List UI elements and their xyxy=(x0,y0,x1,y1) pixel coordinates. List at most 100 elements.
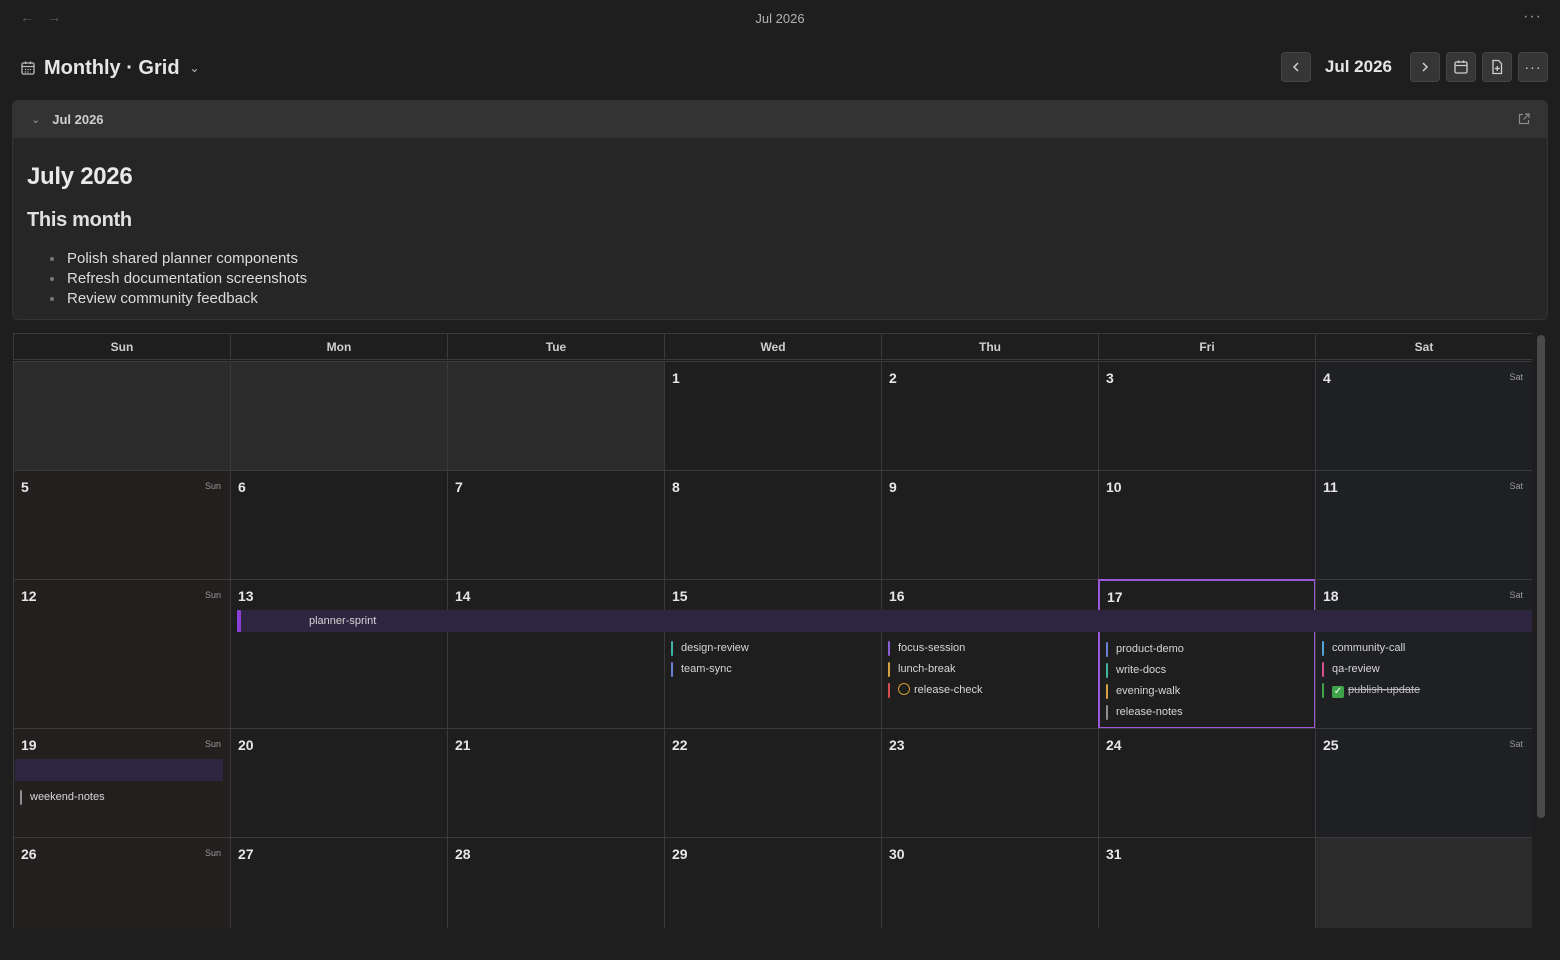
event-color-bar xyxy=(671,662,673,677)
chevron-down-icon[interactable]: ⌄ xyxy=(31,113,40,126)
note-list: Polish shared planner components Refresh… xyxy=(27,249,307,309)
month-grid: Sun Mon Tue Wed Thu Fri Sat 1 2 3 4 Sat 5 Sun 6 7 8 9 10 11… xyxy=(13,333,1532,928)
event-label: community-call xyxy=(1332,642,1406,654)
event-label: team-sync xyxy=(681,663,732,675)
event-label: publish-update xyxy=(1348,684,1421,696)
file-plus-icon xyxy=(1492,59,1503,75)
day-number: 12 xyxy=(21,588,37,604)
event-color-bar xyxy=(237,610,241,632)
title-bar: ← → Jul 2026 ··· xyxy=(0,0,1560,36)
empty-day-cell[interactable] xyxy=(447,361,665,471)
day-cell[interactable]: 27 xyxy=(230,837,448,928)
weekend-tag: Sun xyxy=(204,481,221,491)
weekend-tag: Sun xyxy=(204,739,221,749)
next-month-button[interactable] xyxy=(1410,52,1440,82)
event-item[interactable]: ✓ publish-update xyxy=(1322,680,1526,701)
day-cell[interactable]: 15 design-review team-sync xyxy=(664,579,882,729)
empty-day-cell[interactable] xyxy=(13,361,231,471)
check-icon: ✓ xyxy=(1332,686,1344,698)
event-list: focus-session lunch-break release-check xyxy=(888,638,1092,701)
day-cell[interactable]: 3 xyxy=(1098,361,1316,471)
note-subheading: This month xyxy=(27,209,132,231)
day-number: 24 xyxy=(1106,737,1122,753)
weekday-header-sat: Sat xyxy=(1315,333,1532,360)
day-cell[interactable]: 9 xyxy=(881,470,1099,580)
day-cell[interactable]: 7 xyxy=(447,470,665,580)
prev-month-button[interactable] xyxy=(1280,52,1311,82)
multi-day-event[interactable]: planner-sprint xyxy=(237,610,1532,632)
event-item[interactable]: release-notes xyxy=(1106,702,1308,723)
more-options-button[interactable]: ··· xyxy=(1518,52,1548,82)
day-cell[interactable]: 18 Sat community-call qa-review ✓ publish-upd… xyxy=(1315,579,1532,729)
event-label: planner-sprint xyxy=(309,615,377,627)
day-number: 3 xyxy=(1106,370,1114,386)
multi-day-event-continuation[interactable] xyxy=(15,759,223,781)
new-note-button[interactable] xyxy=(1482,52,1512,82)
day-cell[interactable]: 24 xyxy=(1098,728,1316,838)
more-horizontal-icon[interactable]: ··· xyxy=(1523,8,1542,26)
note-heading: July 2026 xyxy=(27,163,133,190)
event-item[interactable]: write-docs xyxy=(1106,660,1308,681)
calendar-controls: Jul 2026 ··· xyxy=(1280,52,1548,82)
event-item[interactable]: design-review xyxy=(671,638,875,659)
scrollbar[interactable] xyxy=(1537,335,1545,818)
day-cell[interactable]: 21 xyxy=(447,728,665,838)
open-external-icon[interactable] xyxy=(1517,112,1531,126)
event-color-bar xyxy=(1106,642,1108,657)
day-number: 29 xyxy=(672,846,688,862)
day-cell[interactable]: 25 Sat xyxy=(1315,728,1532,838)
day-cell[interactable]: 19 Sun weekend-notes xyxy=(13,728,231,838)
event-item[interactable]: team-sync xyxy=(671,659,875,680)
chevron-left-icon xyxy=(1292,62,1299,72)
day-cell[interactable]: 26 Sun xyxy=(13,837,231,928)
today-cell[interactable]: 17 product-demo write-docs evening-walk rele… xyxy=(1098,579,1316,729)
event-item[interactable]: weekend-notes xyxy=(20,787,224,808)
today-button[interactable] xyxy=(1446,52,1476,82)
list-item: Review community feedback xyxy=(49,289,307,309)
event-list: weekend-notes xyxy=(20,787,224,808)
event-item[interactable]: focus-session xyxy=(888,638,1092,659)
day-cell[interactable]: 22 xyxy=(664,728,882,838)
day-cell[interactable]: 23 xyxy=(881,728,1099,838)
day-cell[interactable]: 13 xyxy=(230,579,448,729)
day-cell[interactable]: 1 xyxy=(664,361,882,471)
day-number: 18 xyxy=(1323,588,1339,604)
chevron-down-icon[interactable]: ⌄ xyxy=(190,61,200,75)
weekday-header-thu: Thu xyxy=(881,333,1099,360)
day-number: 2 xyxy=(889,370,897,386)
day-number: 5 xyxy=(21,479,29,495)
event-item[interactable]: community-call xyxy=(1322,638,1526,659)
event-item[interactable]: release-check xyxy=(888,680,1092,701)
day-cell[interactable]: 10 xyxy=(1098,470,1316,580)
day-cell[interactable]: 20 xyxy=(230,728,448,838)
event-color-bar xyxy=(1322,641,1324,656)
day-cell[interactable]: 29 xyxy=(664,837,882,928)
empty-day-cell[interactable] xyxy=(230,361,448,471)
day-number: 26 xyxy=(21,846,37,862)
event-item[interactable]: qa-review xyxy=(1322,659,1526,680)
day-cell[interactable]: 11 Sat xyxy=(1315,470,1532,580)
event-item[interactable]: evening-walk xyxy=(1106,681,1308,702)
day-cell[interactable]: 16 focus-session lunch-break release-check xyxy=(881,579,1099,729)
event-color-bar xyxy=(1322,662,1324,677)
day-cell[interactable]: 6 xyxy=(230,470,448,580)
day-cell[interactable]: 14 xyxy=(447,579,665,729)
event-color-bar xyxy=(1106,684,1108,699)
event-label: lunch-break xyxy=(898,663,956,675)
month-note-header[interactable]: ⌄ Jul 2026 xyxy=(13,101,1547,138)
day-cell[interactable]: 31 xyxy=(1098,837,1316,928)
day-cell[interactable]: 4 Sat xyxy=(1315,361,1532,471)
day-number: 20 xyxy=(238,737,254,753)
event-item[interactable]: lunch-break xyxy=(888,659,1092,680)
day-cell[interactable]: 12 Sun xyxy=(13,579,231,729)
day-cell[interactable]: 28 xyxy=(447,837,665,928)
weekend-tag: Sat xyxy=(1509,590,1523,600)
day-cell[interactable]: 8 xyxy=(664,470,882,580)
day-cell[interactable]: 30 xyxy=(881,837,1099,928)
empty-day-cell[interactable] xyxy=(1315,837,1532,928)
event-item[interactable]: product-demo xyxy=(1106,639,1308,660)
day-cell[interactable]: 2 xyxy=(881,361,1099,471)
day-cell[interactable]: 5 Sun xyxy=(13,470,231,580)
view-switcher[interactable]: Monthly · Grid ⌄ xyxy=(20,52,200,84)
day-number: 30 xyxy=(889,846,905,862)
